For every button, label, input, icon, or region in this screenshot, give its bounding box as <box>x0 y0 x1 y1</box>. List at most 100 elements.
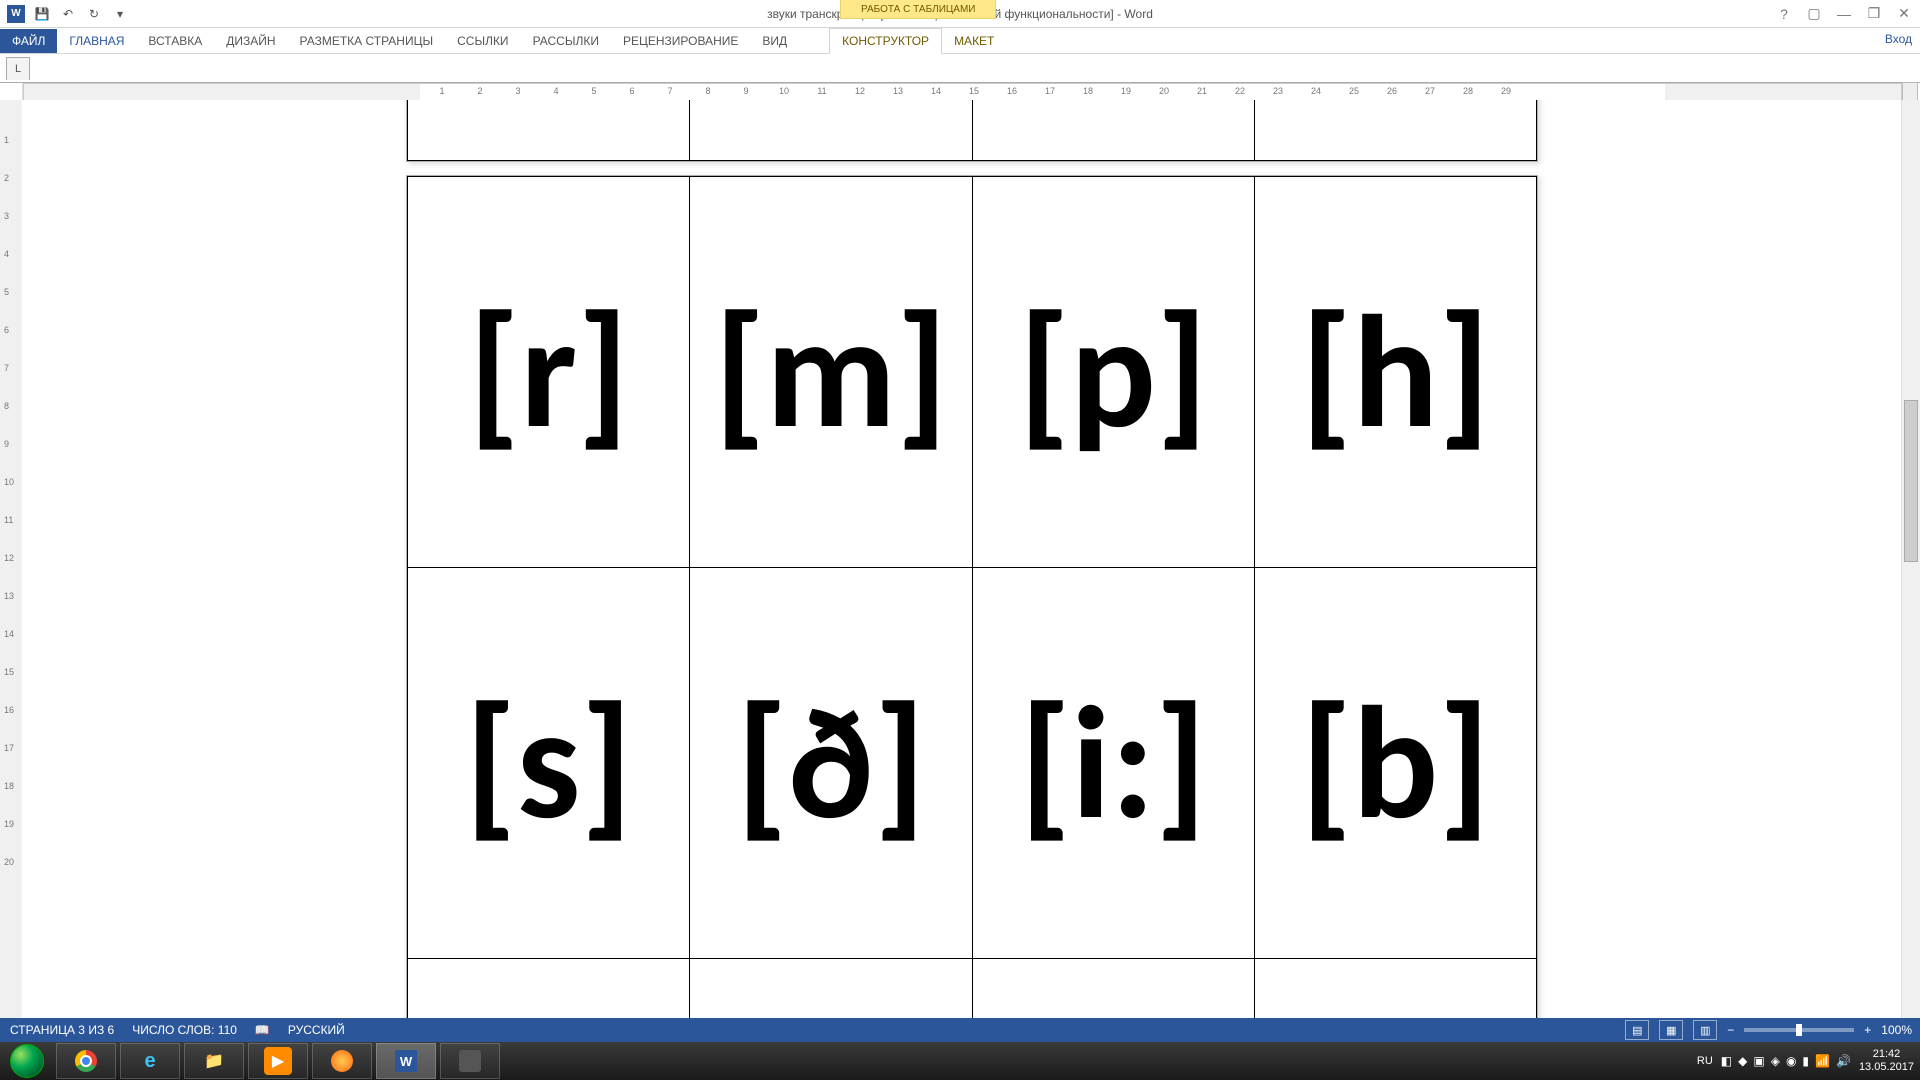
table-cell[interactable] <box>1254 100 1536 161</box>
tray-icon[interactable]: ◈ <box>1771 1054 1780 1068</box>
tray-icon[interactable]: ◧ <box>1721 1054 1732 1068</box>
ruler-tick: 21 <box>1197 86 1207 96</box>
tray-clock[interactable]: 21:42 13.05.2017 <box>1859 1048 1914 1074</box>
view-read-mode-icon[interactable]: ▤ <box>1625 1020 1649 1040</box>
ruler-tick: 18 <box>1083 86 1093 96</box>
taskbar-explorer[interactable]: 📁 <box>184 1043 244 1079</box>
tab-home[interactable]: ГЛАВНАЯ <box>57 29 136 53</box>
ruler-tick: 19 <box>1121 86 1131 96</box>
taskbar-chrome[interactable] <box>56 1043 116 1079</box>
status-language[interactable]: РУССКИЙ <box>288 1023 345 1037</box>
tray-icon[interactable]: ▮ <box>1802 1054 1809 1068</box>
ruler-tick: 17 <box>1045 86 1055 96</box>
ruler-tick: 22 <box>1235 86 1245 96</box>
vruler-tick: 1 <box>4 135 9 145</box>
tab-table-design[interactable]: КОНСТРУКТОР <box>829 28 942 54</box>
view-print-layout-icon[interactable]: ▦ <box>1659 1020 1683 1040</box>
redo-icon[interactable]: ↻ <box>84 4 104 24</box>
ruler-tick: 10 <box>779 86 789 96</box>
vruler-tick: 11 <box>4 515 13 525</box>
ruler-tick: 3 <box>515 86 520 96</box>
table-cell[interactable] <box>972 100 1254 161</box>
zoom-slider-thumb[interactable] <box>1796 1024 1802 1036</box>
table-cell[interactable]: [s] <box>408 568 690 959</box>
vertical-scrollbar[interactable] <box>1901 100 1920 1030</box>
minimize-icon[interactable]: — <box>1832 3 1856 25</box>
windows-taskbar: e 📁 ▶ W RU ◧ ◆ ▣ ◈ ◉ ▮ 📶 🔊 21:42 13.05.2… <box>0 1042 1920 1080</box>
tab-stop-selector[interactable]: L <box>6 57 30 80</box>
zoom-level[interactable]: 100% <box>1881 1023 1912 1037</box>
table-cell[interactable]: [b] <box>1254 568 1536 959</box>
word-app-icon[interactable]: W <box>6 4 26 24</box>
ruler-tick: 9 <box>743 86 748 96</box>
tray-icon[interactable]: ▣ <box>1753 1054 1764 1068</box>
tray-language[interactable]: RU <box>1697 1055 1713 1067</box>
ribbon-options-icon[interactable]: ▢ <box>1802 3 1826 25</box>
zoom-in-button[interactable]: + <box>1864 1023 1871 1037</box>
tab-review[interactable]: РЕЦЕНЗИРОВАНИЕ <box>611 29 750 53</box>
ruler-tick: 29 <box>1501 86 1511 96</box>
table-cell[interactable] <box>690 100 972 161</box>
table-cell[interactable]: [m] <box>690 177 972 568</box>
tab-table-layout[interactable]: МАКЕТ <box>942 29 1006 53</box>
table-cell[interactable] <box>408 100 690 161</box>
qat-customize-icon[interactable]: ▾ <box>110 4 130 24</box>
status-page[interactable]: СТРАНИЦА 3 ИЗ 6 <box>10 1023 114 1037</box>
ruler-tick: 2 <box>477 86 482 96</box>
tray-icon[interactable]: ◆ <box>1738 1054 1747 1068</box>
table-cell[interactable]: [p] <box>972 177 1254 568</box>
tab-design[interactable]: ДИЗАЙН <box>214 29 287 53</box>
close-icon[interactable]: ✕ <box>1892 3 1916 25</box>
document-page-current: [r] [m] [p] [h] [s] [ð] [i:] [b] <box>406 175 1538 1030</box>
zoom-slider[interactable] <box>1744 1028 1854 1032</box>
tab-references[interactable]: ССЫЛКИ <box>445 29 520 53</box>
network-icon[interactable]: 📶 <box>1815 1054 1830 1068</box>
tab-page-layout[interactable]: РАЗМЕТКА СТРАНИЦЫ <box>288 29 446 53</box>
ruler-tick: 4 <box>553 86 558 96</box>
taskbar-ie[interactable]: e <box>120 1043 180 1079</box>
status-word-count[interactable]: ЧИСЛО СЛОВ: 110 <box>132 1023 237 1037</box>
page-area[interactable]: [r] [m] [p] [h] [s] [ð] [i:] [b] <box>22 100 1900 1030</box>
proofing-icon[interactable]: 📖 <box>255 1023 270 1037</box>
view-web-layout-icon[interactable]: ▥ <box>1693 1020 1717 1040</box>
ruler-tick: 23 <box>1273 86 1283 96</box>
table-cell[interactable]: [r] <box>408 177 690 568</box>
ruler-tick: 27 <box>1425 86 1435 96</box>
table-cell[interactable]: [i:] <box>972 568 1254 959</box>
vruler-tick: 15 <box>4 667 14 677</box>
ruler-tick: 8 <box>705 86 710 96</box>
save-icon[interactable]: 💾 <box>32 4 52 24</box>
table-row: [r] [m] [p] [h] <box>408 177 1537 568</box>
title-bar: W 💾 ↶ ↻ ▾ звуки транскрипции [Режим огра… <box>0 0 1920 28</box>
tab-file[interactable]: ФАЙЛ <box>0 29 57 53</box>
zoom-out-button[interactable]: − <box>1727 1023 1734 1037</box>
vruler-tick: 7 <box>4 363 9 373</box>
tab-mailings[interactable]: РАССЫЛКИ <box>521 29 611 53</box>
tab-view[interactable]: ВИД <box>750 29 799 53</box>
volume-icon[interactable]: 🔊 <box>1836 1054 1851 1068</box>
taskbar-firefox[interactable] <box>312 1043 372 1079</box>
undo-icon[interactable]: ↶ <box>58 4 78 24</box>
ruler-tick: 15 <box>969 86 979 96</box>
taskbar-app[interactable] <box>440 1043 500 1079</box>
help-icon[interactable]: ? <box>1772 3 1796 25</box>
ruler-tick: 24 <box>1311 86 1321 96</box>
signin-link[interactable]: Вход <box>1885 32 1912 46</box>
vruler-tick: 20 <box>4 857 14 867</box>
taskbar-word[interactable]: W <box>376 1043 436 1079</box>
table-cell[interactable]: [ð] <box>690 568 972 959</box>
scrollbar-thumb[interactable] <box>1904 400 1918 562</box>
start-button[interactable] <box>0 1042 54 1080</box>
tray-date: 13.05.2017 <box>1859 1061 1914 1074</box>
window-controls: ? ▢ — ❐ ✕ <box>1772 0 1916 27</box>
tab-insert[interactable]: ВСТАВКА <box>136 29 214 53</box>
phonetic-table: [r] [m] [p] [h] [s] [ð] [i:] [b] <box>407 176 1537 1030</box>
taskbar-media-player[interactable]: ▶ <box>248 1043 308 1079</box>
table-cell[interactable]: [h] <box>1254 177 1536 568</box>
document-page-prev <box>406 100 1538 162</box>
tray-icon[interactable]: ◉ <box>1786 1054 1796 1068</box>
vertical-ruler[interactable]: 1234567891011121314151617181920 <box>0 100 23 1030</box>
vruler-tick: 2 <box>4 173 9 183</box>
restore-icon[interactable]: ❐ <box>1862 3 1886 25</box>
table-row <box>408 100 1537 161</box>
